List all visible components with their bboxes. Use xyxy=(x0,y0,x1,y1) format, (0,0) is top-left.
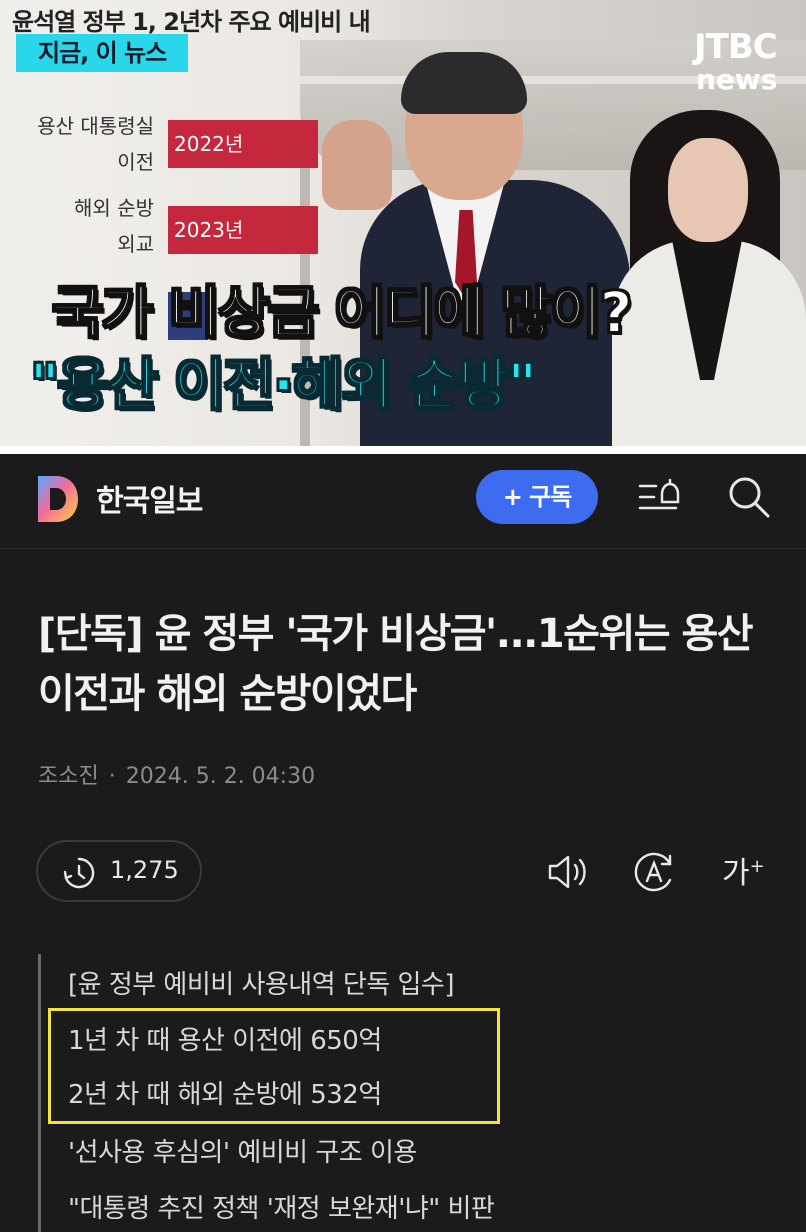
publish-date: 2024. 5. 2. 04:30 xyxy=(125,764,316,789)
summary-line: 2년 차 때 해외 순방에 532억 xyxy=(68,1080,382,1110)
summary-line: 1년 차 때 용산 이전에 650억 xyxy=(68,1026,382,1056)
chart-category-label: 외교 xyxy=(117,232,154,256)
translate-icon[interactable] xyxy=(630,848,678,896)
jtbc-news-logo: JTBC news xyxy=(694,27,778,96)
font-size-button[interactable]: 가+ xyxy=(722,848,765,892)
author-name[interactable]: 조소진 xyxy=(38,764,99,789)
woman-face xyxy=(668,138,748,242)
header-divider xyxy=(0,548,806,549)
man-hair xyxy=(401,52,527,114)
summary-line: [윤 정부 예비비 사용내역 단독 입수] xyxy=(68,970,455,1000)
caption-line-2: "용산 이전·해외 순방" xyxy=(29,352,538,419)
view-count-pill: 1,275 xyxy=(36,840,202,902)
chart-bar-2022: 2022년 xyxy=(168,120,318,168)
chart-bar-2023: 2023년 xyxy=(168,206,318,254)
summary-quote-bar xyxy=(38,954,41,1232)
search-icon[interactable] xyxy=(726,474,772,520)
speaker-icon[interactable] xyxy=(544,848,592,896)
hankook-ilbo-logo-icon[interactable] xyxy=(36,474,80,524)
jtbc-logo-text: JTBC xyxy=(694,27,778,67)
article-byline: 조소진 · 2024. 5. 2. 04:30 xyxy=(38,758,315,790)
still-chart-title: 윤석열 정부 1, 2년차 주요 예비비 내 xyxy=(12,8,371,36)
font-size-plus: + xyxy=(749,856,765,877)
view-count: 1,275 xyxy=(110,856,179,884)
font-size-label: 가 xyxy=(722,856,750,891)
now-this-news-chip: 지금, 이 뉴스 xyxy=(16,34,189,72)
caption-line-1: 국가 비상금 어디에 많이? xyxy=(51,280,633,347)
waving-hand xyxy=(322,120,392,210)
app-header: 한국일보 + 구독 xyxy=(0,454,806,548)
news-video-still[interactable]: 윤석열 정부 1, 2년차 주요 예비비 내 지금, 이 뉴스 용산 대통령실 … xyxy=(0,0,806,446)
notification-menu-icon[interactable] xyxy=(636,474,682,520)
subscribe-button[interactable]: + 구독 xyxy=(476,470,598,524)
summary-line: '선사용 후심의' 예비비 구조 이용 xyxy=(68,1138,417,1168)
chart-category-label: 해외 순방 xyxy=(74,196,154,220)
brand-name: 한국일보 xyxy=(96,484,203,519)
summary-line: "대통령 추진 정책 '재정 보완재'냐" 비판 xyxy=(68,1194,495,1224)
article-app: 한국일보 + 구독 [단독] 윤 정부 '국가 비상금'...1순위는 용산 이… xyxy=(0,454,806,1232)
chart-category-label: 용산 대통령실 xyxy=(37,114,154,138)
chart-category-label: 이전 xyxy=(117,150,154,174)
article-headline: [단독] 윤 정부 '국가 비상금'...1순위는 용산 이전과 해외 순방이었… xyxy=(38,611,754,717)
byline-separator: · xyxy=(108,764,116,789)
news-logo-text: news xyxy=(696,63,778,96)
image-divider xyxy=(0,446,806,454)
view-clock-icon xyxy=(63,857,95,889)
